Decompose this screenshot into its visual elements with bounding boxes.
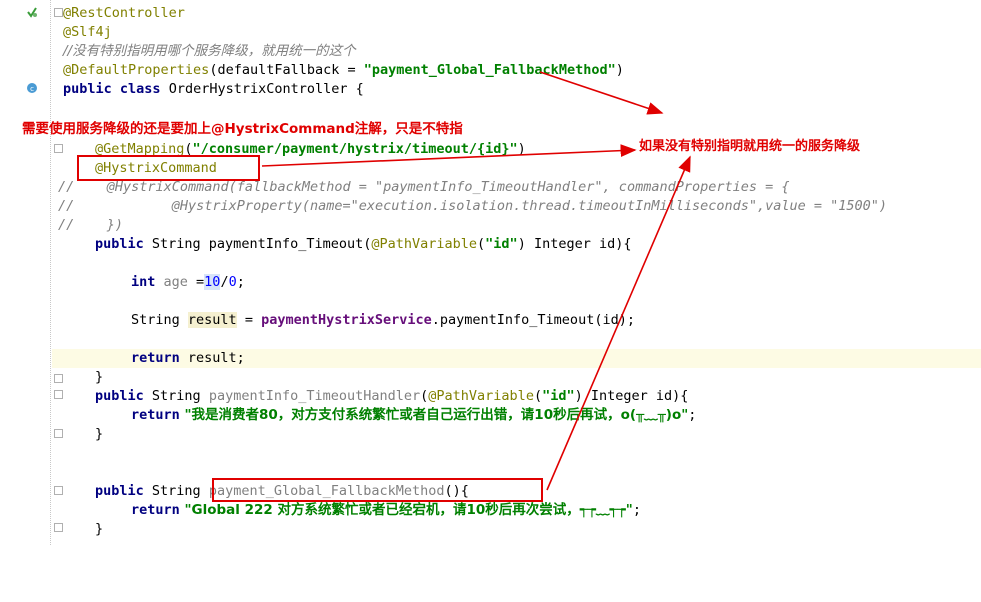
annotation-note-left: 需要使用服务降级的还是要加上@HystrixCommand注解，只是不特指 — [22, 121, 463, 137]
fold-marker[interactable] — [54, 523, 63, 532]
hystrix-command-highlight-box — [77, 155, 260, 181]
code-line-close-brace[interactable]: } — [95, 520, 103, 539]
code-line-timeout-handler[interactable]: public String paymentInfo_TimeoutHandler… — [95, 387, 688, 406]
fold-marker[interactable] — [54, 374, 63, 383]
fold-marker[interactable] — [54, 144, 63, 153]
global-fallback-highlight-box — [212, 478, 543, 502]
class-icon[interactable]: c — [26, 82, 38, 94]
code-line-commented-property[interactable]: // @HystrixProperty(name="execution.isol… — [58, 197, 887, 216]
fold-marker[interactable] — [54, 429, 63, 438]
code-line-default-properties[interactable]: @DefaultProperties(defaultFallback = "pa… — [63, 61, 624, 80]
fold-marker[interactable] — [54, 390, 63, 399]
fold-marker[interactable] — [54, 486, 63, 495]
code-line-commented-close[interactable]: // }) — [58, 216, 123, 235]
code-line-close-brace[interactable]: } — [95, 425, 103, 444]
code-line-timeout-method[interactable]: public String paymentInfo_Timeout(@PathV… — [95, 235, 631, 254]
code-line-comment[interactable]: //没有特别指明用哪个服务降级，就用统一的这个 — [63, 42, 356, 61]
code-line-rest-controller[interactable]: @RestController — [63, 4, 185, 23]
code-line-result-assignment[interactable]: String result = paymentHystrixService.pa… — [131, 311, 635, 330]
spring-bean-icon[interactable] — [26, 6, 38, 18]
svg-text:c: c — [30, 85, 34, 93]
code-line-int-age[interactable]: int age =10/0; — [131, 273, 245, 292]
code-line-close-brace[interactable]: } — [95, 368, 103, 387]
gutter-separator — [50, 0, 52, 545]
code-line-global-return[interactable]: return "Global 222 对方系统繁忙或者已经宕机，请10秒后再次尝… — [131, 501, 641, 520]
code-line-class-declaration[interactable]: public class OrderHystrixController { — [63, 80, 364, 99]
fold-marker[interactable] — [54, 8, 63, 17]
code-line-slf4j[interactable]: @Slf4j — [63, 23, 112, 42]
code-line-handler-return[interactable]: return "我是消费者80，对方支付系统繁忙或者自己运行出错，请10秒后再试… — [131, 406, 696, 425]
annotation-note-right: 如果没有特别指明就用统一的服务降级 — [639, 139, 861, 154]
code-line-return-result[interactable]: return result; — [131, 349, 245, 368]
